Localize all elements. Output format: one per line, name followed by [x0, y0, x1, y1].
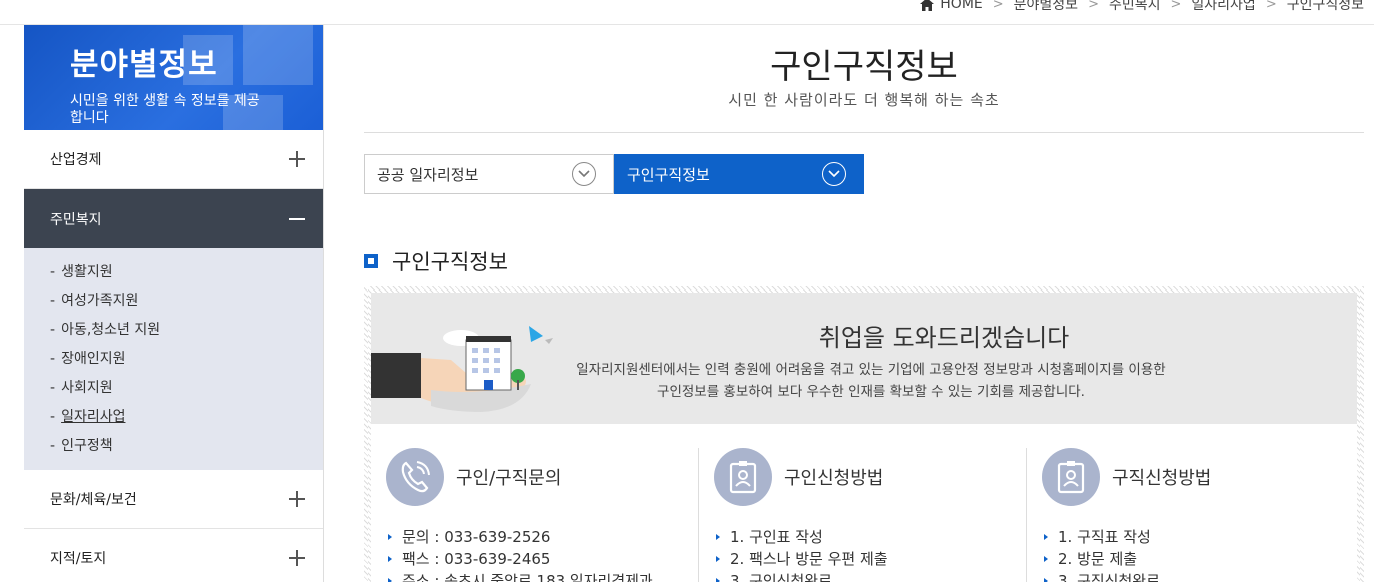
id-card-icon — [1042, 448, 1100, 506]
plus-icon[interactable] — [289, 550, 305, 566]
list-item: 2. 방문 제출 — [1042, 548, 1355, 570]
list-item: 3. 구직신청완료 — [1042, 570, 1355, 582]
info-column-job-offer: 구인신청방법 1. 구인표 작성 2. 팩스나 방문 우편 제출 3. 구인신청… — [699, 448, 1027, 582]
breadcrumb-item[interactable]: 구인구직정보 — [1287, 0, 1364, 14]
banner-title: 취업을 도와드리겠습니다 — [818, 324, 1070, 352]
id-card-icon — [714, 448, 772, 506]
chevron-right-icon: > — [1265, 0, 1277, 12]
divider — [364, 132, 1364, 133]
submenu-item-current[interactable]: - 일자리사업 — [50, 403, 323, 432]
triangle-bullet-icon — [1044, 556, 1048, 562]
minus-icon[interactable] — [289, 211, 305, 227]
sidebar-item-label: 지적/토지 — [50, 551, 107, 567]
triangle-bullet-icon — [716, 534, 720, 540]
chevron-down-icon — [822, 162, 846, 186]
sidebar-item-culture[interactable]: 문화/체육/보건 — [24, 470, 323, 529]
plus-icon[interactable] — [289, 491, 305, 507]
sidebar-item-welfare[interactable]: 주민복지 — [24, 189, 323, 248]
sidebar-item-land[interactable]: 지적/토지 — [24, 529, 323, 582]
select-label: 구인구직정보 — [627, 165, 710, 184]
sidebar-submenu: - 생활지원 - 여성가족지원 - 아동,청소년 지원 - 장애인지원 - 사회지원 -일… — [24, 248, 323, 470]
info-column-inquiry: 구인/구직문의 문의 : 033-639-2526 팩스 : 033-639-2… — [371, 448, 699, 582]
breadcrumb-item[interactable]: 분야별정보 — [1014, 0, 1078, 14]
decoration-graphic — [183, 25, 313, 130]
sidebar-item-label: 문화/체육/보건 — [50, 492, 137, 508]
column-title: 구인/구직문의 — [456, 468, 562, 489]
chevron-right-icon: > — [1088, 0, 1099, 12]
list-item: 문의 : 033-639-2526 — [386, 526, 698, 548]
list-item: 1. 구직표 작성 — [1042, 526, 1355, 548]
banner-description: 일자리지원센터에서는 인력 충원에 어려움을 겪고 있는 기업에 고용안정 정보… — [551, 359, 1191, 403]
submenu-item[interactable]: - 인구정책 — [50, 432, 323, 461]
square-bullet-icon — [364, 254, 378, 268]
triangle-bullet-icon — [388, 534, 392, 540]
banner: 취업을 도와드리겠습니다 일자리지원센터에서는 인력 충원에 어려움을 겪고 있… — [371, 293, 1357, 424]
breadcrumb: HOME > 분야별정보 > 주민복지 > 일자리사업 > 구인구직정보 — [920, 0, 1364, 14]
info-column-job-seek: 구직신청방법 1. 구직표 작성 2. 방문 제출 3. 구직신청완료 — [1027, 448, 1355, 582]
plus-icon[interactable] — [289, 151, 305, 167]
sidebar-item-industry[interactable]: 산업경제 — [24, 130, 323, 189]
main-content: 구인구직정보 시민 한 사람이라도 더 행복해 하는 속초 공공 일자리정보 구… — [364, 25, 1364, 582]
triangle-bullet-icon — [388, 578, 392, 582]
sidebar-item-label: 산업경제 — [50, 152, 102, 168]
triangle-bullet-icon — [1044, 534, 1048, 540]
category-selectors: 공공 일자리정보 구인구직정보 — [364, 154, 1364, 194]
chevron-right-icon: > — [992, 0, 1004, 12]
submenu-item[interactable]: - 생활지원 — [50, 258, 323, 287]
list-item: 2. 팩스나 방문 우편 제출 — [714, 548, 1026, 570]
chevron-right-icon: > — [1170, 0, 1182, 12]
top-bar: HOME > 분야별정보 > 주민복지 > 일자리사업 > 구인구직정보 — [0, 0, 1374, 25]
triangle-bullet-icon — [1044, 578, 1048, 582]
page-subtitle: 시민 한 사람이라도 더 행복해 하는 속초 — [728, 91, 1000, 109]
breadcrumb-home[interactable]: HOME — [940, 0, 982, 12]
submenu-item[interactable]: - 사회지원 — [50, 374, 323, 403]
sidebar-header: 분야별정보 시민을 위한 생활 속 정보를 제공합니다 — [24, 25, 323, 130]
home-icon[interactable] — [920, 0, 935, 11]
sidebar: 분야별정보 시민을 위한 생활 속 정보를 제공합니다 산업경제 주민복지 -생… — [24, 25, 324, 582]
submenu-item[interactable]: - 장애인지원 — [50, 345, 323, 374]
category-select-1[interactable]: 공공 일자리정보 — [364, 154, 614, 194]
banner-desc-line: 일자리지원센터에서는 인력 충원에 어려움을 겪고 있는 기업에 고용안정 정보… — [576, 362, 1166, 378]
category-select-2[interactable]: 구인구직정보 — [614, 154, 864, 194]
list-item: 주소 : 속초시 중앙로 183 일자리경제과 — [386, 570, 698, 582]
submenu-item[interactable]: - 아동,청소년 지원 — [50, 316, 323, 345]
section-heading: 구인구직정보 — [364, 246, 1364, 276]
breadcrumb-item[interactable]: 일자리사업 — [1191, 0, 1255, 14]
list-item: 3. 구인신청완료 — [714, 570, 1026, 582]
column-title: 구인신청방법 — [784, 468, 884, 489]
triangle-bullet-icon — [388, 556, 392, 562]
page-title: 구인구직정보 — [770, 47, 958, 87]
breadcrumb-item[interactable]: 주민복지 — [1109, 0, 1161, 14]
submenu-item[interactable]: - 여성가족지원 — [50, 287, 323, 316]
triangle-bullet-icon — [716, 556, 720, 562]
info-box: 취업을 도와드리겠습니다 일자리지원센터에서는 인력 충원에 어려움을 겪고 있… — [364, 286, 1364, 582]
phone-icon — [386, 448, 444, 506]
banner-desc-line: 구인정보를 홍보하여 보다 우수한 인재를 확보할 수 있는 기회를 제공합니다… — [657, 384, 1085, 400]
section-title: 구인구직정보 — [392, 250, 508, 274]
triangle-bullet-icon — [716, 578, 720, 582]
column-title: 구직신청방법 — [1112, 468, 1212, 489]
chevron-down-icon — [572, 162, 596, 186]
select-label: 공공 일자리정보 — [377, 165, 479, 184]
info-columns: 구인/구직문의 문의 : 033-639-2526 팩스 : 033-639-2… — [371, 424, 1357, 582]
list-item: 1. 구인표 작성 — [714, 526, 1026, 548]
list-item: 팩스 : 033-639-2465 — [386, 548, 698, 570]
sidebar-item-label: 주민복지 — [50, 211, 102, 228]
